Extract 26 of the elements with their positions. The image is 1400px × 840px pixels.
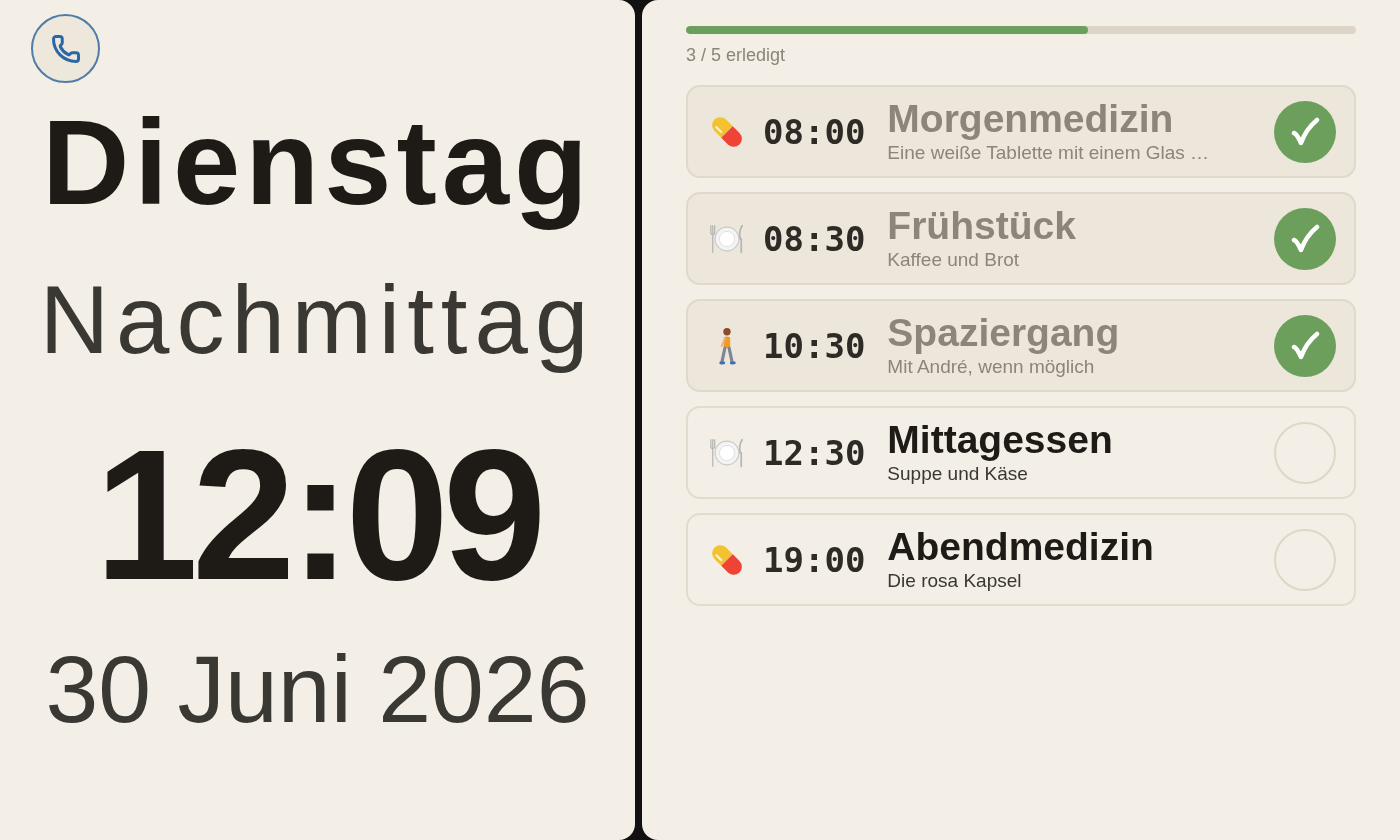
check-icon (1290, 116, 1320, 147)
task-note: Kaffee und Brot (887, 248, 1021, 272)
check-icon (1290, 223, 1320, 254)
task-time: 10:30 (763, 328, 866, 363)
phone-icon (50, 33, 81, 64)
task-title: Frühstück (887, 204, 1077, 248)
weekday-text: Dienstag (41, 93, 594, 232)
task-title: Mittagessen (887, 418, 1114, 462)
task-note: Mit André, wenn möglich (887, 355, 1096, 379)
task-time: 08:00 (763, 114, 866, 149)
task-title: Morgenmedizin (887, 97, 1175, 141)
task-title: Spaziergang (887, 311, 1121, 355)
date-text: 30 Juni 2026 (44, 642, 591, 738)
open-toggle[interactable] (1274, 528, 1336, 591)
task-time: 08:30 (763, 221, 866, 256)
open-toggle[interactable] (1274, 421, 1336, 484)
check-icon (1290, 330, 1320, 361)
task-title: Abendmedizin (887, 525, 1155, 569)
progress-label: 3 / 5 erledigt (686, 44, 786, 66)
task-time: 19:00 (763, 542, 866, 577)
task-note: Eine weiße Tablette mit einem Glas … (887, 141, 1211, 165)
task-note: Die rosa Kapsel (887, 569, 1023, 593)
task-note: Suppe und Käse (887, 462, 1029, 486)
daypart-text: Nachmittag (38, 265, 597, 376)
task-time: 12:30 (763, 435, 866, 470)
clock-time: 12:09 (93, 422, 542, 609)
